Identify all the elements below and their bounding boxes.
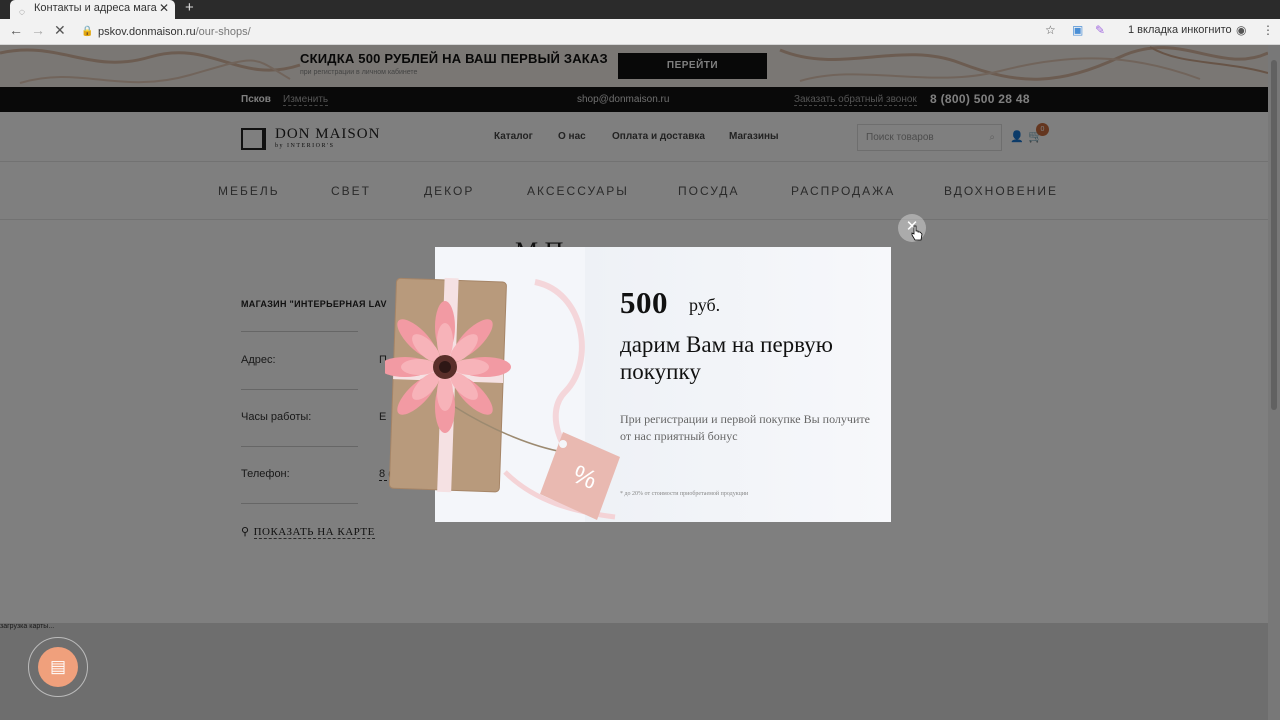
chat-icon[interactable]: ▤ xyxy=(38,647,78,687)
stop-icon[interactable]: ✕ xyxy=(54,22,66,39)
address-bar[interactable]: 🔒 pskov.donmaison.ru/our-shops/ xyxy=(76,22,1056,42)
tab-title: Контакты и адреса мага xyxy=(34,2,157,14)
url-path: /our-shops/ xyxy=(195,26,251,38)
new-tab-button[interactable]: + xyxy=(185,0,194,16)
tab-strip: ◌ Контакты и адреса мага ✕ + xyxy=(0,0,1280,19)
pen-extension-icon[interactable]: ✎ xyxy=(1095,23,1105,37)
loading-spinner-icon: ◌ xyxy=(19,7,25,18)
menu-kebab-icon[interactable]: ⋮ xyxy=(1262,23,1274,37)
browser-toolbar: ← → ✕ 🔒 pskov.donmaison.ru/our-shops/ ☆ … xyxy=(0,19,1280,45)
modal-footnote: * до 20% от стоимости приобретаемой прод… xyxy=(620,491,749,497)
forward-arrow-icon[interactable]: → xyxy=(31,22,45,38)
bonus-currency: руб. xyxy=(689,295,721,315)
modal-title: дарим Вам на первую покупку xyxy=(620,332,833,384)
incognito-label[interactable]: 1 вкладка инкогнито xyxy=(1128,24,1232,36)
extension-icon[interactable]: ▣ xyxy=(1072,23,1083,37)
browser-tab[interactable]: ◌ Контакты и адреса мага ✕ xyxy=(10,0,175,19)
back-arrow-icon[interactable]: ← xyxy=(9,22,23,38)
tab-close-icon[interactable]: ✕ xyxy=(159,0,169,17)
gift-box-image: % xyxy=(385,277,620,520)
url-host: pskov.donmaison.ru xyxy=(98,26,196,38)
promo-modal: % 500 руб. дарим Вам на первую покупку П… xyxy=(385,247,891,522)
incognito-icon[interactable]: ◉ xyxy=(1236,23,1246,37)
hand-cursor-icon xyxy=(911,225,923,241)
chat-button[interactable]: ▤ xyxy=(28,637,88,697)
lock-icon: 🔒 xyxy=(81,26,94,37)
bookmark-star-icon[interactable]: ☆ xyxy=(1045,23,1056,37)
bonus-amount: 500 xyxy=(620,285,668,320)
modal-description: При регистрации и первой покупке Вы полу… xyxy=(620,412,870,443)
